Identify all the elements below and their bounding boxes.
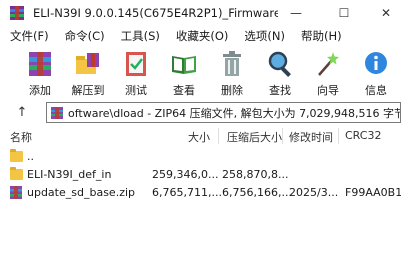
test-button[interactable]: 测试 xyxy=(112,46,160,98)
info-label: 信息 xyxy=(365,84,387,97)
add-archive-icon xyxy=(25,49,55,79)
delete-icon xyxy=(217,49,247,79)
maximize-button[interactable]: ☐ xyxy=(330,0,358,26)
file-size: 259,346,0... xyxy=(152,168,219,181)
minimize-button[interactable]: — xyxy=(282,0,310,26)
find-button[interactable]: 查找 xyxy=(256,46,304,98)
menu-help[interactable]: 帮助(H) xyxy=(291,28,348,44)
wizard-label: 向导 xyxy=(317,84,339,97)
winrar-app-icon xyxy=(9,5,25,21)
column-divider[interactable] xyxy=(218,128,219,144)
column-crc32[interactable]: CRC32 xyxy=(345,129,381,142)
view-button[interactable]: 查看 xyxy=(160,46,208,98)
file-list: .. ELI-N39I_def_in 259,346,0... 258,870,… xyxy=(0,147,401,278)
menu-bar: 文件(F) 命令(C) 工具(S) 收藏夹(O) 选项(N) 帮助(H) xyxy=(0,26,401,46)
folder-icon xyxy=(10,167,23,180)
title-bar: ELI-N39I 9.0.0.145(C675E4R2P1)_Firmware_… xyxy=(0,0,401,26)
column-size[interactable]: 大小 xyxy=(188,129,210,145)
zip-archive-icon xyxy=(9,185,23,200)
menu-file[interactable]: 文件(F) xyxy=(0,28,55,44)
close-button[interactable]: ✕ xyxy=(372,0,400,26)
file-name: .. xyxy=(27,150,34,163)
file-row[interactable]: update_sd_base.zip 6,765,711,... 6,756,1… xyxy=(0,184,401,202)
add-label: 添加 xyxy=(29,84,51,97)
wizard-button[interactable]: 向导 xyxy=(304,46,352,98)
info-button[interactable]: 信息 xyxy=(352,46,400,98)
find-icon xyxy=(265,49,295,79)
archive-icon xyxy=(50,106,64,120)
file-row[interactable]: ELI-N39I_def_in 259,346,0... 258,870,8..… xyxy=(0,166,401,184)
add-button[interactable]: 添加 xyxy=(16,46,64,98)
extract-to-icon xyxy=(73,49,103,79)
menu-tools[interactable]: 工具(S) xyxy=(111,28,166,44)
file-name: ELI-N39I_def_in xyxy=(27,168,112,181)
test-icon xyxy=(121,49,151,79)
extract-to-button[interactable]: 解压到 xyxy=(64,46,112,98)
column-modified[interactable]: 修改时间 xyxy=(289,129,333,145)
column-headers: 名称 大小 压缩后大小 修改时间 CRC32 xyxy=(0,125,401,147)
extract-to-label: 解压到 xyxy=(71,84,105,97)
info-icon xyxy=(361,49,391,79)
file-packed-size: 6,756,166,... xyxy=(222,186,292,199)
toolbar: 添加 解压到 测试 查看 删除 查找 向导 信息 xyxy=(0,46,401,98)
file-size: 6,765,711,... xyxy=(152,186,222,199)
delete-button[interactable]: 删除 xyxy=(208,46,256,98)
delete-label: 删除 xyxy=(221,84,243,97)
folder-icon xyxy=(10,149,23,162)
menu-commands[interactable]: 命令(C) xyxy=(55,28,111,44)
file-crc32: F99AA0B1 xyxy=(345,186,401,199)
wizard-icon xyxy=(313,49,343,79)
column-name[interactable]: 名称 xyxy=(10,129,32,145)
file-modified: 2025/3... xyxy=(289,186,339,199)
up-one-level-button[interactable]: ↑ xyxy=(11,101,33,123)
find-label: 查找 xyxy=(269,84,291,97)
column-divider[interactable] xyxy=(282,128,283,144)
view-label: 查看 xyxy=(173,84,195,97)
window-title: ELI-N39I 9.0.0.145(C675E4R2P1)_Firmware_… xyxy=(33,6,278,20)
address-bar: ↑ oftware\dload - ZIP64 压缩文件, 解包大小为 7,02… xyxy=(0,101,401,123)
menu-options[interactable]: 选项(N) xyxy=(234,28,291,44)
file-packed-size: 258,870,8... xyxy=(222,168,289,181)
archive-path-field[interactable]: oftware\dload - ZIP64 压缩文件, 解包大小为 7,029,… xyxy=(46,102,401,123)
column-packed-size[interactable]: 压缩后大小 xyxy=(227,129,282,145)
file-name: update_sd_base.zip xyxy=(27,186,136,199)
column-divider[interactable] xyxy=(338,128,339,144)
archive-path-text: oftware\dload - ZIP64 压缩文件, 解包大小为 7,029,… xyxy=(68,106,401,120)
menu-favorites[interactable]: 收藏夹(O) xyxy=(166,28,235,44)
view-icon xyxy=(169,49,199,79)
test-label: 测试 xyxy=(125,84,147,97)
file-row-parent[interactable]: .. xyxy=(0,148,401,166)
